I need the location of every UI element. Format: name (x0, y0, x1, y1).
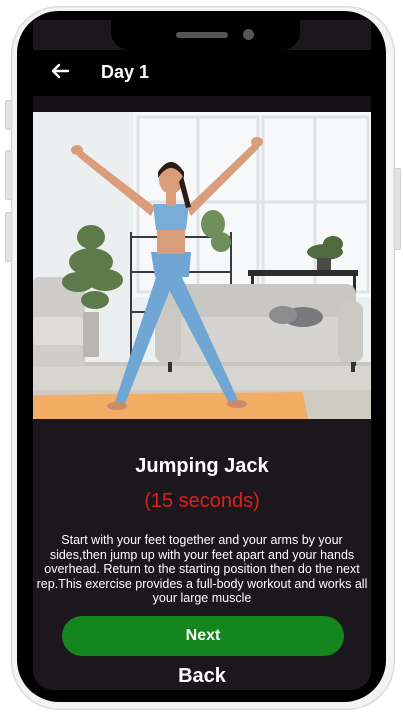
exercise-title: Jumping Jack (135, 455, 269, 477)
arrow-left-icon[interactable] (47, 58, 73, 84)
exercise-duration: (15 seconds) (144, 490, 260, 512)
power-button (394, 168, 401, 250)
speaker-grille (176, 32, 228, 38)
exercise-illustration (33, 112, 371, 419)
back-button[interactable]: Back (33, 665, 371, 688)
app-bar: Day 1 (33, 50, 371, 96)
front-camera (243, 29, 254, 40)
divider-strip (33, 96, 371, 112)
page-title: Day 1 (101, 62, 150, 82)
next-button[interactable]: Next (62, 616, 344, 656)
exercise-description: Start with your feet together and your a… (36, 533, 368, 605)
app-screen: Day 1 Jumping Jack (15 seconds) Start wi… (33, 20, 371, 690)
